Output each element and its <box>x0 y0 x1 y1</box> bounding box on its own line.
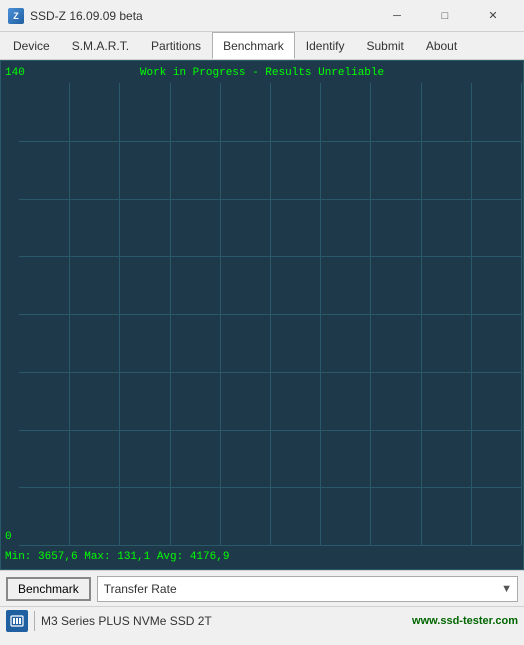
website-link[interactable]: www.ssd-tester.com <box>412 615 518 627</box>
status-bar: M3 Series PLUS NVMe SSD 2T www.ssd-teste… <box>0 606 524 634</box>
transfer-rate-dropdown[interactable]: Transfer Rate <box>97 576 518 602</box>
bottom-toolbar: Benchmark Transfer Rate ▼ <box>0 570 524 606</box>
minimize-button[interactable]: ─ <box>374 0 420 32</box>
menu-item-benchmark[interactable]: Benchmark <box>212 32 295 59</box>
grid-v-6 <box>320 83 321 545</box>
menu-bar: Device S.M.A.R.T. Partitions Benchmark I… <box>0 32 524 60</box>
grid-v-2 <box>119 83 120 545</box>
menu-item-partitions[interactable]: Partitions <box>140 32 212 59</box>
menu-item-device[interactable]: Device <box>2 32 61 59</box>
app-icon: Z <box>8 8 24 24</box>
title-bar-text: SSD-Z 16.09.09 beta <box>30 9 374 23</box>
close-button[interactable]: ✕ <box>470 0 516 32</box>
device-name: M3 Series PLUS NVMe SSD 2T <box>41 614 406 628</box>
grid-v-7 <box>370 83 371 545</box>
grid-v-9 <box>471 83 472 545</box>
window-controls: ─ □ ✕ <box>374 0 516 32</box>
dropdown-wrapper: Transfer Rate ▼ <box>97 576 518 602</box>
menu-item-smart[interactable]: S.M.A.R.T. <box>61 32 140 59</box>
chart-y-max-label: 140 <box>5 67 25 79</box>
grid-v-5 <box>270 83 271 545</box>
benchmark-button[interactable]: Benchmark <box>6 577 91 601</box>
grid-v-4 <box>220 83 221 545</box>
status-icon <box>6 610 28 632</box>
grid-h-8 <box>19 545 521 546</box>
grid-v-10 <box>521 83 522 545</box>
menu-item-identify[interactable]: Identify <box>295 32 356 59</box>
grid-v-3 <box>170 83 171 545</box>
chart-area: 140 Work in Progress - Results Unreliabl… <box>0 60 524 570</box>
menu-item-about[interactable]: About <box>415 32 468 59</box>
title-bar: Z SSD-Z 16.09.09 beta ─ □ ✕ <box>0 0 524 32</box>
status-divider <box>34 611 35 631</box>
chart-stats: Min: 3657,6 Max: 131,1 Avg: 4176,9 <box>5 551 229 563</box>
maximize-button[interactable]: □ <box>422 0 468 32</box>
chart-title: Work in Progress - Results Unreliable <box>140 67 384 79</box>
grid-v-8 <box>421 83 422 545</box>
grid-v-1 <box>69 83 70 545</box>
chart-grid <box>19 83 521 545</box>
chart-y-min-label: 0 <box>5 531 12 543</box>
menu-item-submit[interactable]: Submit <box>355 32 414 59</box>
